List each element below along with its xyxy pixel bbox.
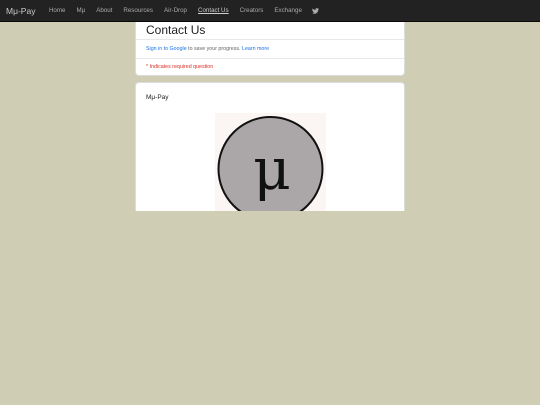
question-title: Mμ-Pay: [146, 94, 169, 101]
sign-in-suffix: to save your progress.: [186, 46, 242, 52]
notice-divider: [136, 58, 404, 59]
nav-contact-us[interactable]: Contact Us: [198, 7, 229, 14]
nav-resources[interactable]: Resources: [123, 7, 153, 14]
nav-creators[interactable]: Creators: [240, 7, 264, 14]
mu-symbol: μ: [253, 135, 291, 203]
mu-logo-image: μ: [215, 113, 326, 211]
nav-exchange[interactable]: Exchange: [274, 7, 302, 14]
page-title: Contact Us: [146, 23, 206, 37]
mu-logo-icon: μ: [217, 116, 324, 211]
nav-mu[interactable]: Mμ: [76, 7, 85, 14]
nav-about[interactable]: About: [96, 7, 112, 14]
twitter-icon[interactable]: [312, 7, 320, 14]
question-card: Mμ-Pay μ: [135, 82, 405, 211]
sign-in-link[interactable]: Sign in to Google: [146, 46, 187, 52]
form-header-card: Contact Us Sign in to Google to save you…: [135, 22, 405, 76]
header-divider: [136, 39, 404, 40]
nav-air-drop[interactable]: Air-Drop: [164, 7, 187, 14]
nav-home[interactable]: Home: [49, 7, 66, 14]
brand-logo[interactable]: Mμ-Pay: [6, 6, 35, 16]
learn-more-link[interactable]: Learn more: [242, 46, 269, 52]
top-navbar: Mμ-Pay Home Mμ About Resources Air-Drop …: [0, 0, 540, 22]
form-viewport: Contact Us Sign in to Google to save you…: [135, 22, 405, 211]
required-note: * Indicates required question: [146, 64, 214, 70]
sign-in-notice: Sign in to Google to save your progress.…: [146, 46, 269, 52]
